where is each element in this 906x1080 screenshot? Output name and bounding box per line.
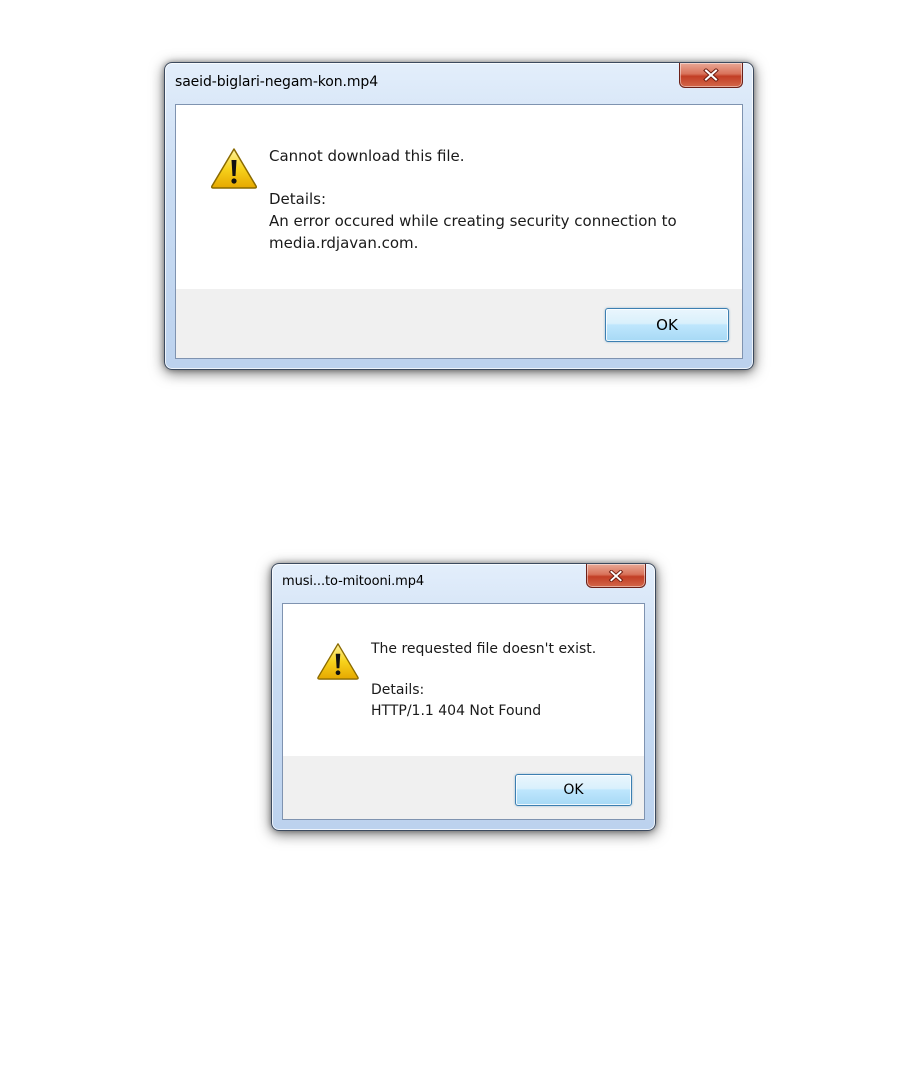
title-bar[interactable]: musi...to-mitooni.mp4	[272, 564, 655, 604]
dialog-body: The requested file doesn't exist. Detail…	[282, 603, 645, 820]
ok-button[interactable]: OK	[515, 774, 632, 806]
dialog-title: musi...to-mitooni.mp4	[282, 574, 425, 589]
button-bar: OK	[176, 289, 742, 358]
error-message: The requested file doesn't exist.	[371, 641, 597, 657]
close-icon	[608, 569, 624, 582]
error-dialog-2: musi...to-mitooni.mp4 The requested file…	[271, 563, 656, 831]
title-bar[interactable]: saeid-biglari-negam-kon.mp4	[165, 63, 753, 103]
close-button[interactable]	[586, 564, 646, 588]
error-message: Cannot download this file.	[269, 147, 465, 165]
dialog-body: Cannot download this file. Details: An e…	[175, 104, 743, 359]
warning-icon	[210, 148, 258, 189]
close-icon	[703, 68, 719, 82]
details-label: Details:	[371, 682, 425, 698]
message-area: Cannot download this file. Details: An e…	[176, 105, 742, 289]
error-dialog-1: saeid-biglari-negam-kon.mp4 Cannot downl…	[164, 62, 754, 370]
message-area: The requested file doesn't exist. Detail…	[283, 604, 644, 756]
warning-icon	[317, 643, 359, 680]
ok-button[interactable]: OK	[605, 308, 729, 342]
dialog-title: saeid-biglari-negam-kon.mp4	[175, 74, 379, 90]
details-text-line: An error occured while creating security…	[269, 212, 677, 230]
details-text-line: media.rdjavan.com.	[269, 234, 419, 252]
button-bar: OK	[283, 756, 644, 819]
details-text-line: HTTP/1.1 404 Not Found	[371, 703, 542, 719]
details-label: Details:	[269, 190, 327, 208]
close-button[interactable]	[679, 63, 743, 88]
